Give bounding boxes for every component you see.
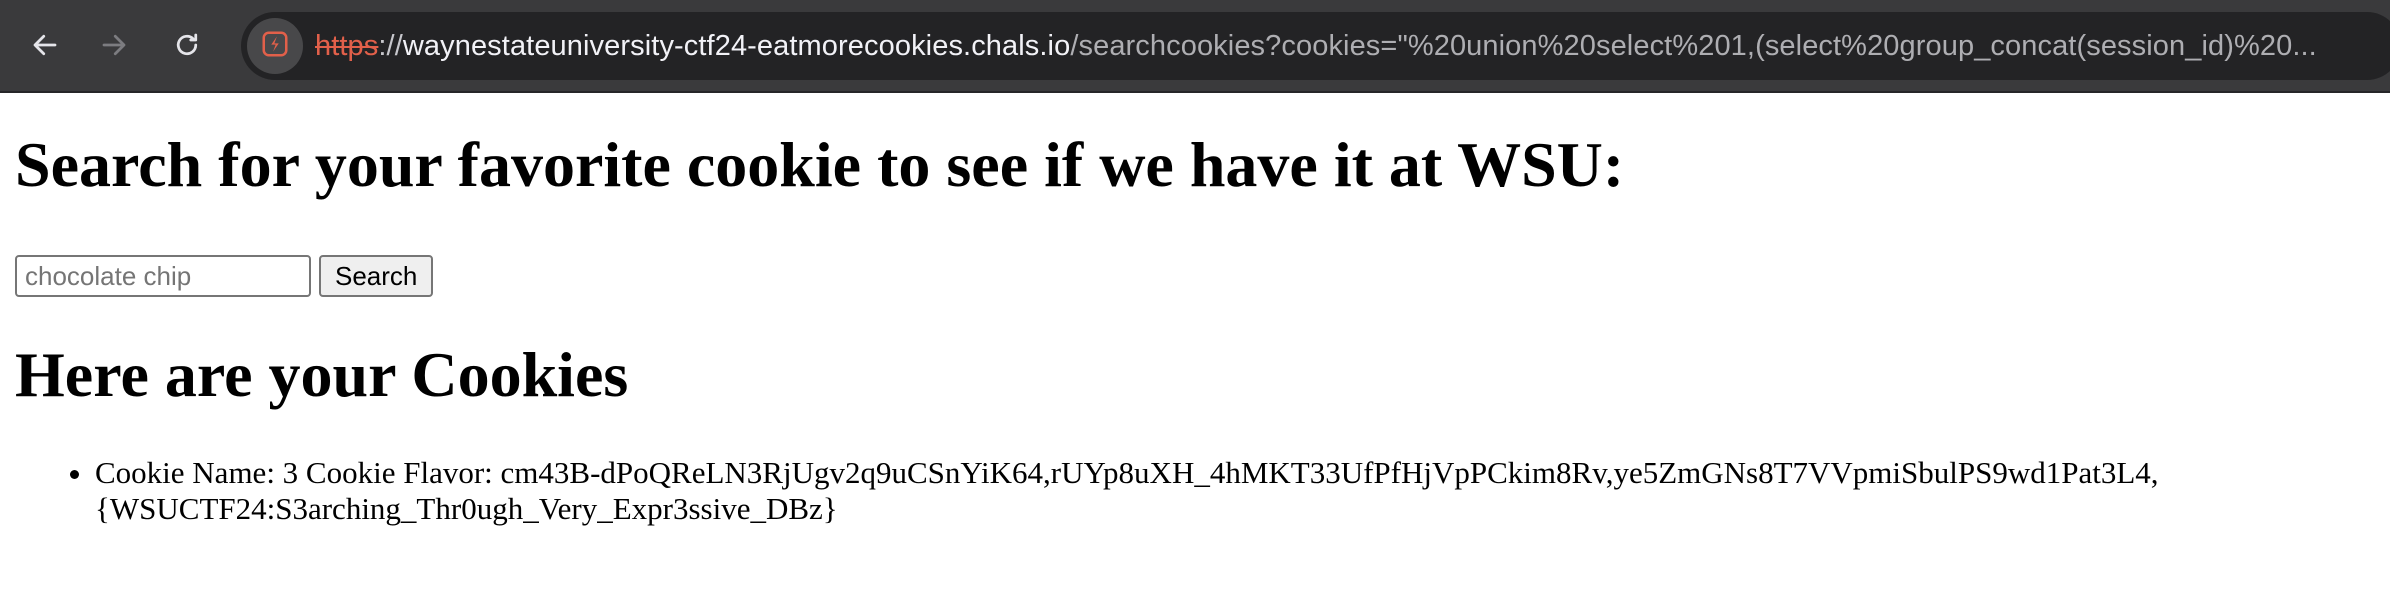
reload-icon — [172, 30, 202, 60]
results-list: Cookie Name: 3 Cookie Flavor: cm43B-dPoQ… — [15, 455, 2315, 527]
search-form: Search — [15, 255, 434, 297]
address-bar[interactable]: https://waynestateuniversity-ctf24-eatmo… — [241, 12, 2390, 80]
bullet — [70, 470, 79, 479]
url-text[interactable]: https://waynestateuniversity-ctf24-eatmo… — [315, 12, 2317, 80]
url-scheme: https — [315, 30, 379, 62]
results-heading: Here are your Cookies — [15, 339, 629, 410]
site-info-button[interactable] — [247, 18, 303, 74]
arrow-left-icon — [30, 30, 60, 60]
forward-button[interactable] — [91, 22, 137, 68]
search-input[interactable] — [15, 255, 311, 297]
page-heading: Search for your favorite cookie to see i… — [15, 129, 1625, 200]
page-content: Search for your favorite cookie to see i… — [0, 93, 2390, 602]
back-button[interactable] — [22, 22, 68, 68]
url-host: waynestateuniversity-ctf24-eatmorecookie… — [402, 30, 1071, 62]
arrow-right-icon — [99, 30, 129, 60]
result-text-line-2: {WSUCTF24:S3arching_Thr0ugh_Very_Expr3ss… — [95, 491, 838, 526]
list-item: Cookie Name: 3 Cookie Flavor: cm43B-dPoQ… — [15, 455, 2315, 527]
reload-button[interactable] — [164, 22, 210, 68]
browser-toolbar: https://waynestateuniversity-ctf24-eatmo… — [0, 0, 2390, 93]
search-button[interactable]: Search — [319, 255, 434, 297]
url-separator: :// — [378, 30, 403, 62]
url-path: /searchcookies?cookies="%20union%20selec… — [1070, 30, 2317, 62]
site-info-icon — [260, 29, 290, 64]
result-text-line-1: Cookie Name: 3 Cookie Flavor: cm43B-dPoQ… — [95, 455, 2159, 490]
